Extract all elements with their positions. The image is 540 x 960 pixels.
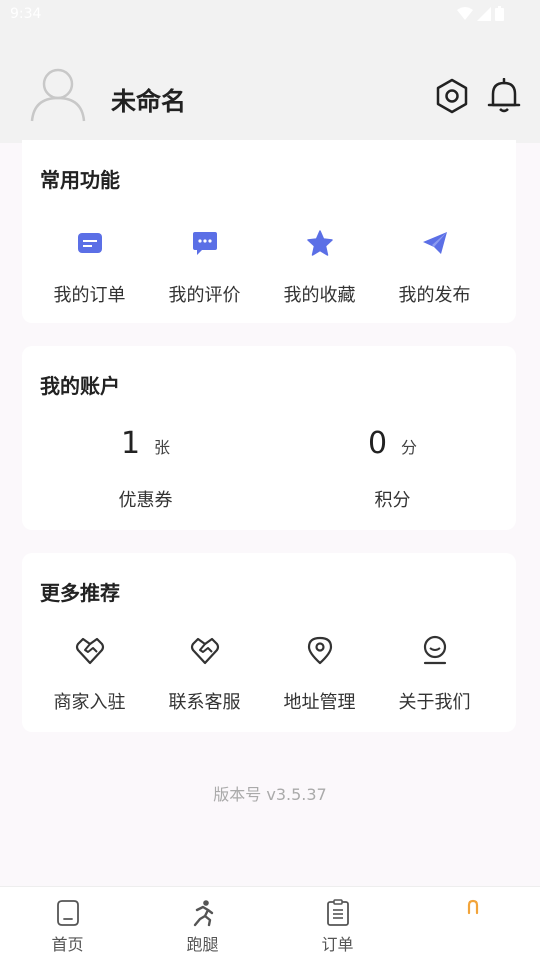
my-posts-label: 我的发布	[398, 285, 471, 306]
points-value: 0	[367, 426, 388, 461]
about-us-label: 关于我们	[398, 692, 471, 713]
contact-support-button[interactable]: 联系客服	[147, 635, 262, 715]
more-recommendations-title: 更多推荐	[40, 581, 120, 605]
username[interactable]: 未命名	[111, 82, 186, 118]
points-entry[interactable]: 0分 积分	[269, 426, 516, 516]
clipboard-icon	[326, 899, 349, 926]
star-icon	[306, 230, 333, 256]
tab-orders-label: 订单	[321, 935, 354, 954]
user-smile-icon	[423, 635, 446, 665]
about-us-button[interactable]: 关于我们	[377, 635, 492, 715]
status-time: 9:34	[10, 6, 42, 22]
my-orders-label: 我的订单	[53, 285, 126, 306]
coupon-value: 1	[120, 426, 141, 461]
merchant-join-button[interactable]: 商家入驻	[32, 635, 147, 715]
tab-home[interactable]: 首页	[0, 887, 135, 960]
common-functions-title: 常用功能	[40, 168, 120, 192]
comment-icon	[192, 232, 217, 255]
my-favorites-button[interactable]: 我的收藏	[262, 228, 377, 308]
home-icon	[56, 900, 79, 926]
my-reviews-label: 我的评价	[168, 285, 241, 306]
wifi-icon	[457, 6, 473, 20]
profile-header: 未命名	[0, 30, 540, 143]
my-favorites-label: 我的收藏	[283, 285, 356, 306]
handshake-icon	[190, 637, 219, 665]
tab-profile[interactable]	[405, 887, 540, 960]
points-count: 0分	[269, 426, 516, 461]
address-management-label: 地址管理	[283, 692, 356, 713]
battery-icon	[495, 6, 504, 21]
my-account-card: 我的账户 1张 优惠券 0分 积分	[22, 346, 516, 530]
common-functions-card: 常用功能 我的订单 我的评价 我的收藏 我的发布	[22, 140, 516, 323]
coupon-label: 优惠券	[118, 490, 173, 511]
coupon-count: 1张	[22, 426, 269, 461]
avatar[interactable]	[30, 66, 86, 122]
coupon-unit: 张	[154, 438, 171, 457]
contact-support-label: 联系客服	[168, 692, 241, 713]
points-label: 积分	[374, 490, 411, 511]
my-orders-button[interactable]: 我的订单	[32, 228, 147, 308]
tab-home-label: 首页	[51, 935, 84, 954]
version-text: 版本号 v3.5.37	[213, 785, 327, 804]
system-icons	[457, 6, 504, 21]
profile-icon	[467, 899, 478, 915]
my-reviews-button[interactable]: 我的评价	[147, 228, 262, 308]
points-unit: 分	[401, 438, 418, 457]
settings-icon[interactable]	[434, 78, 470, 114]
address-management-button[interactable]: 地址管理	[262, 635, 377, 715]
signal-icon	[477, 6, 491, 21]
bottom-tab-bar: 首页 跑腿 订单	[0, 886, 540, 960]
runner-icon	[193, 900, 213, 927]
status-bar: 9:34	[0, 0, 540, 30]
tab-errand-label: 跑腿	[186, 935, 219, 954]
my-posts-button[interactable]: 我的发布	[377, 228, 492, 308]
location-pin-icon	[307, 636, 332, 665]
more-recommendations-card: 更多推荐 商家入驻 联系客服 地址管理 关于我们	[22, 553, 516, 732]
send-icon	[422, 232, 447, 254]
tab-errand[interactable]: 跑腿	[135, 887, 270, 960]
merchant-join-label: 商家入驻	[53, 692, 126, 713]
order-list-icon	[77, 233, 102, 253]
tab-orders[interactable]: 订单	[270, 887, 405, 960]
notification-bell-icon[interactable]	[487, 78, 521, 114]
coupon-entry[interactable]: 1张 优惠券	[22, 426, 269, 516]
my-account-title: 我的账户	[40, 374, 120, 398]
handshake-icon	[75, 637, 104, 665]
